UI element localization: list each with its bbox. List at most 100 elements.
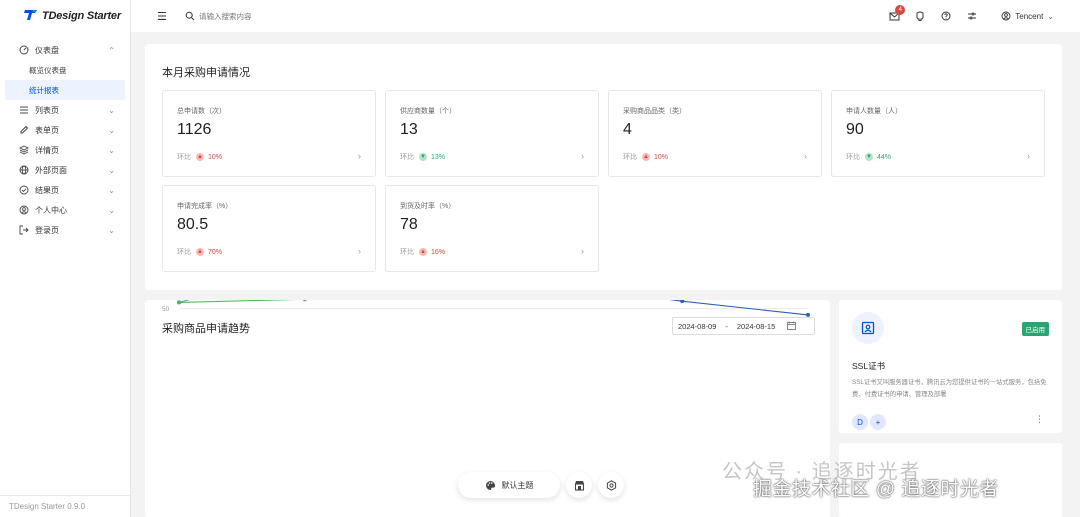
avatar: D [852, 414, 868, 430]
data-point[interactable] [680, 300, 685, 304]
user-badge-icon [861, 321, 875, 335]
list-icon [18, 105, 29, 116]
sidebar-item-profile[interactable]: 个人中心 ⌄ [5, 200, 125, 220]
data-point[interactable] [177, 300, 181, 305]
settings-button[interactable] [959, 11, 985, 21]
chevron-down-icon: ⌄ [108, 225, 115, 235]
trend-value: 70% [208, 248, 223, 256]
stat-card-title: 总申请数（次） [177, 108, 226, 115]
theme-label: 默认主题 [501, 480, 534, 490]
version-label: TDesign Starter 0.9.0 [0, 495, 131, 517]
sidebar-item-label: 仪表盘 [35, 45, 59, 55]
sidebar-item-login[interactable]: 登录页 ⌄ [5, 220, 125, 240]
chevron-down-icon: ⌄ [1047, 11, 1054, 21]
menu-toggle-icon[interactable]: ☰ [157, 10, 171, 23]
stat-card[interactable]: 采购商品品类（类） 4 环比 ▲ 10% › [608, 90, 822, 177]
settings-float-button[interactable] [598, 472, 624, 498]
stat-card[interactable]: 到货及时率（%） 78 环比 ▲ 16% › [385, 185, 599, 272]
arrow-up-icon: ▲ [642, 153, 650, 161]
stat-card-compare: 环比 ▲ 10% [623, 152, 668, 162]
chevron-right-icon: › [358, 151, 361, 161]
stat-card[interactable]: 总申请数（次） 1126 环比 ▲ 10% › [162, 90, 376, 177]
top-header: ☰ 4 Tencent ⌄ [131, 0, 1080, 32]
series-line-2 [178, 300, 298, 303]
app-logo[interactable]: TDesign Starter [0, 0, 130, 32]
help-button[interactable] [933, 11, 959, 21]
trend-indicator: ▲ 70% [196, 248, 222, 256]
sidebar-item-label: 列表页 [35, 105, 59, 115]
sidebar-item-detail[interactable]: 详情页 ⌄ [5, 140, 125, 160]
notification-button[interactable]: 4 [881, 5, 907, 21]
theme-switch-button[interactable]: 默认主题 [458, 472, 560, 498]
sidebar-item-dashboard[interactable]: 仪表盘 ⌃ [5, 40, 125, 60]
product-description: SSL证书又叫服务器证书，腾讯云为您提供证书的一站式服务，包括免费、付费证书的申… [852, 379, 1047, 398]
chevron-right-icon: › [1027, 151, 1030, 161]
notification-badge: 4 [895, 5, 906, 15]
stat-card-compare: 环比 ▼ 13% [400, 152, 445, 162]
github-button[interactable] [907, 11, 933, 21]
trend-value: 16% [431, 248, 446, 256]
search-icon [185, 11, 195, 21]
status-badge: 已启用 [1021, 322, 1049, 336]
sidebar-item-form[interactable]: 表单页 ⌄ [5, 120, 125, 140]
arrow-down-icon: ▼ [419, 153, 427, 161]
sidebar-item-list[interactable]: 列表页 ⌄ [5, 100, 125, 120]
series-line-3 [669, 300, 809, 316]
sidebar-subitem-overview[interactable]: 概览仪表盘 [5, 60, 125, 80]
trend-indicator: ▼ 13% [419, 153, 445, 161]
logo-mark-icon [24, 9, 38, 24]
trend-indicator: ▲ 10% [642, 153, 668, 161]
sidebar-item-external[interactable]: 外部页面 ⌄ [5, 160, 125, 180]
trend-value: 10% [208, 153, 223, 161]
user-icon [1001, 11, 1011, 21]
chevron-down-icon: ⌄ [108, 105, 115, 115]
compare-label: 环比 [177, 249, 191, 256]
user-menu[interactable]: Tencent ⌄ [1001, 11, 1054, 21]
stat-card-value: 1126 [177, 121, 212, 138]
data-point[interactable] [806, 312, 810, 317]
chevron-down-icon: ⌄ [108, 125, 115, 135]
stat-card-compare: 环比 ▲ 70% [177, 247, 222, 257]
chevron-down-icon: ⌄ [108, 145, 115, 155]
trend-value: 10% [654, 153, 669, 161]
stat-card[interactable]: 供应商数量（个） 13 环比 ▼ 13% › [385, 90, 599, 177]
stat-card-title: 申请完成率（%） [177, 203, 233, 210]
dashboard-icon [18, 45, 29, 56]
overview-panel: 本月采购申请情况 总申请数（次） 1126 环比 ▲ 10% › 供应商数量（个） 13 环比 ▼… [145, 44, 1062, 290]
product-avatar [852, 312, 884, 344]
stat-card[interactable]: 申请人数量（人） 90 环比 ▼ 44% › [831, 90, 1045, 177]
sidebar-item-result[interactable]: 结果页 ⌄ [5, 180, 125, 200]
header-actions: 4 Tencent ⌄ [881, 0, 1080, 32]
arrow-up-icon: ▲ [196, 248, 204, 256]
help-icon [941, 11, 951, 21]
store-button[interactable] [566, 472, 592, 498]
globe-icon [18, 165, 29, 176]
sidebar-subitem-statistics[interactable]: 统计报表 [5, 80, 125, 100]
sidebar-item-label: 个人中心 [35, 205, 67, 215]
chevron-down-icon: ⌄ [108, 165, 115, 175]
sidebar-item-label: 表单页 [35, 125, 59, 135]
trend-value: 13% [431, 153, 446, 161]
arrow-up-icon: ▲ [419, 248, 427, 256]
logout-icon [18, 225, 29, 236]
palette-icon [485, 480, 495, 490]
check-circle-icon [18, 185, 29, 196]
sidebar-item-label: 详情页 [35, 145, 59, 155]
chevron-right-icon: › [581, 151, 584, 161]
sidebar-item-label: 结果页 [35, 185, 59, 195]
sidebar-item-label: 登录页 [35, 225, 59, 235]
user-circle-icon [18, 205, 29, 216]
stat-card[interactable]: 申请完成率（%） 80.5 环比 ▲ 70% › [162, 185, 376, 272]
more-options-icon[interactable]: ⋮ [1035, 414, 1044, 425]
data-point[interactable] [302, 300, 307, 302]
search-input[interactable] [199, 11, 359, 21]
stat-card-value: 90 [846, 121, 864, 138]
chevron-right-icon: › [358, 246, 361, 256]
trend-indicator: ▲ 10% [196, 153, 222, 161]
stat-card-title: 采购商品品类（类） [623, 108, 686, 115]
arrow-up-icon: ▲ [196, 153, 204, 161]
add-user-button[interactable]: + [870, 414, 886, 430]
chevron-down-icon: ⌄ [108, 185, 115, 195]
ssl-product-card: 已启用 SSL证书 SSL证书又叫服务器证书，腾讯云为您提供证书的一站式服务，包… [839, 300, 1062, 433]
chevron-right-icon: › [804, 151, 807, 161]
